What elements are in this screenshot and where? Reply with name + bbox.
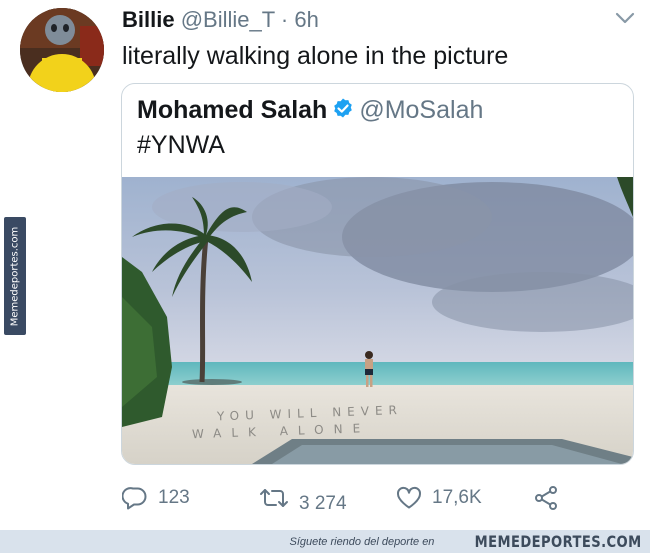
beach-photo[interactable]: YOU WILL NEVER WALK ALONE [122, 177, 633, 464]
reply-button[interactable]: 123 [122, 478, 190, 518]
separator-dot: · [280, 7, 289, 32]
quoted-tweet-header: Mohamed Salah @MoSalah [137, 93, 483, 127]
author-handle[interactable]: @Billie_T [181, 7, 275, 32]
quoted-author-name: Mohamed Salah [137, 96, 328, 124]
retweet-icon [260, 489, 288, 507]
retweet-button[interactable]: 3 274 [259, 478, 347, 518]
side-watermark: Memedeportes.com [4, 217, 26, 335]
share-icon [535, 486, 557, 510]
side-watermark-text: Memedeportes.com [9, 226, 21, 326]
retweet-count: 3 274 [299, 493, 347, 514]
quoted-author-handle: @MoSalah [359, 96, 484, 124]
chevron-down-icon[interactable] [614, 10, 636, 26]
quoted-tweet-text: #YNWA [137, 131, 225, 159]
avatar[interactable] [20, 8, 104, 92]
heart-icon [397, 486, 421, 509]
like-button[interactable]: 17,6K [396, 478, 482, 518]
author-name[interactable]: Billie [122, 7, 175, 32]
footer-tagline: Síguete riendo del deporte en [289, 535, 435, 548]
quoted-tweet-card[interactable]: Mohamed Salah @MoSalah #YNWA YOU WILL NE… [121, 83, 634, 465]
reply-count: 123 [158, 487, 190, 508]
like-count: 17,6K [432, 487, 482, 508]
action-bar: 123 3 274 17,6K [0, 478, 650, 518]
avatar-image [20, 8, 104, 92]
verified-badge-icon [334, 98, 353, 118]
footer-watermark: Síguete riendo del deporte en MEMEDEPORT… [0, 530, 650, 553]
tweet-time[interactable]: 6h [294, 7, 318, 32]
tweet-text: literally walking alone in the picture [122, 42, 509, 70]
share-button[interactable] [533, 478, 559, 518]
tweet-header: Billie @Billie_T · 6h [122, 6, 319, 34]
reply-icon [122, 487, 147, 510]
footer-brand: MEMEDEPORTES.COM [475, 532, 642, 551]
